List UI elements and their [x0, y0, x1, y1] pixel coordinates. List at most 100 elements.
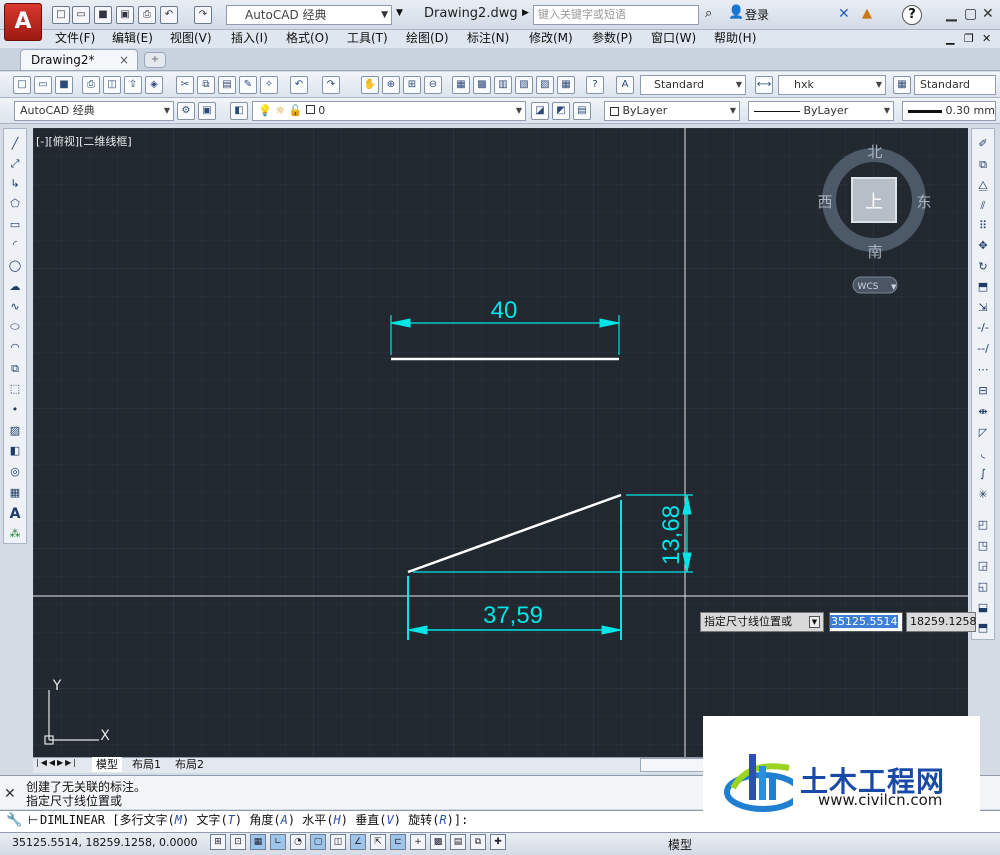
- menu-format[interactable]: 格式(O): [286, 29, 329, 46]
- rotate-icon[interactable]: ↻: [975, 259, 991, 275]
- command-option[interactable]: 旋转: [408, 813, 432, 827]
- application-menu-button[interactable]: A: [4, 3, 42, 41]
- command-option[interactable]: 垂直: [355, 813, 379, 827]
- print-icon[interactable]: ⎙: [138, 6, 156, 24]
- stretch-icon[interactable]: ⇲: [975, 300, 991, 316]
- plot-icon[interactable]: ⎙: [82, 76, 100, 94]
- circle-icon[interactable]: ◯: [7, 258, 23, 274]
- polyline-icon[interactable]: ↳: [7, 176, 23, 192]
- menu-parametric[interactable]: 参数(P): [592, 29, 633, 46]
- copy-object-icon[interactable]: ⧉: [975, 157, 991, 173]
- undo-toolbar-icon[interactable]: ↶: [290, 76, 308, 94]
- bring-above-icon[interactable]: ◲: [975, 558, 991, 574]
- region-icon[interactable]: ◎: [7, 464, 23, 480]
- viewcube-face-label[interactable]: 上: [865, 192, 883, 213]
- minimize-icon[interactable]: ▁: [946, 6, 957, 22]
- layer-previous-icon[interactable]: ◩: [552, 102, 570, 120]
- dynamic-input-x[interactable]: 35125.5514: [829, 612, 903, 632]
- maximize-icon[interactable]: ▢: [964, 6, 977, 22]
- point-icon[interactable]: •: [7, 402, 23, 418]
- text-style-select[interactable]: Standard ▼: [640, 75, 746, 95]
- publish-icon[interactable]: ⇪: [124, 76, 142, 94]
- exchange-icon[interactable]: ✕: [838, 6, 850, 22]
- send-under-icon[interactable]: ◱: [975, 579, 991, 595]
- menu-help[interactable]: 帮助(H): [714, 29, 756, 46]
- markup-icon[interactable]: ▨: [536, 76, 554, 94]
- menu-view[interactable]: 视图(V): [170, 29, 212, 46]
- draw-order-front-icon[interactable]: ◰: [975, 517, 991, 533]
- doc-minimize-icon[interactable]: ▁: [946, 32, 954, 45]
- viewport-controls[interactable]: [-][俯视][二维线框]: [36, 133, 132, 149]
- copy-icon[interactable]: ⧉: [197, 76, 215, 94]
- dynamic-input-icon[interactable]: ⊏: [390, 834, 406, 850]
- 3d-object-snap-icon[interactable]: ◫: [330, 834, 346, 850]
- dynamic-input-y[interactable]: 18259.1258: [906, 612, 976, 632]
- ellipse-arc-icon[interactable]: ◠: [7, 340, 23, 356]
- customize-quick-access-icon[interactable]: ▼: [396, 8, 403, 18]
- layer-select[interactable]: 💡 ☼ 🔓 0 ▼: [252, 101, 526, 121]
- command-option[interactable]: 角度: [249, 813, 273, 827]
- table-style-select[interactable]: Standard: [914, 75, 996, 95]
- add-selected-icon[interactable]: ⁂: [7, 526, 23, 542]
- layer-properties-icon[interactable]: ◧: [230, 102, 248, 120]
- viewcube-north[interactable]: 北: [867, 143, 882, 161]
- arc-icon[interactable]: ◜: [7, 237, 23, 253]
- scale-icon[interactable]: ⬒: [975, 279, 991, 295]
- help-toolbar-icon[interactable]: ?: [586, 76, 604, 94]
- infer-constraints-icon[interactable]: ⊞: [210, 834, 226, 850]
- open-icon[interactable]: ▭: [34, 76, 52, 94]
- tab-layout2[interactable]: 布局2: [171, 757, 208, 772]
- multiline-text-icon[interactable]: A: [7, 506, 23, 522]
- design-center-icon[interactable]: ▩: [473, 76, 491, 94]
- redo-icon[interactable]: ↷: [194, 6, 212, 24]
- hatch-icon[interactable]: ▨: [7, 423, 23, 439]
- annotation-monitor-icon[interactable]: ✚: [490, 834, 506, 850]
- viewcube-south[interactable]: 南: [867, 243, 882, 261]
- block-editor-icon[interactable]: ✧: [260, 76, 278, 94]
- zoom-previous-icon[interactable]: ⊖: [424, 76, 442, 94]
- tab-close-icon[interactable]: ×: [119, 50, 129, 70]
- wrench-icon[interactable]: 🔧: [6, 813, 22, 828]
- table-icon[interactable]: ▦: [7, 485, 23, 501]
- polar-tracking-icon[interactable]: ◔: [290, 834, 306, 850]
- offset-icon[interactable]: ⫽: [975, 198, 991, 214]
- tool-palettes-icon[interactable]: ▥: [494, 76, 512, 94]
- menu-window[interactable]: 窗口(W): [651, 29, 696, 46]
- mirror-icon[interactable]: ⧋: [975, 178, 991, 194]
- redo-toolbar-icon[interactable]: ↷: [322, 76, 340, 94]
- command-option[interactable]: 水平: [302, 813, 326, 827]
- menu-edit[interactable]: 编辑(E): [112, 29, 153, 46]
- plot-preview-icon[interactable]: ◫: [103, 76, 121, 94]
- lineweight-icon[interactable]: +: [410, 834, 426, 850]
- properties-icon[interactable]: ▦: [452, 76, 470, 94]
- new-tab-button[interactable]: +: [144, 52, 166, 68]
- user-icon[interactable]: 👤: [728, 5, 744, 20]
- open-file-icon[interactable]: ▭: [72, 6, 90, 24]
- break-at-point-icon[interactable]: ⋯: [975, 362, 991, 378]
- object-snap-icon[interactable]: ▢: [310, 834, 326, 850]
- command-option-key[interactable]: T: [228, 813, 235, 827]
- line-icon[interactable]: ╱: [7, 136, 23, 152]
- paste-icon[interactable]: ▤: [218, 76, 236, 94]
- document-tab[interactable]: Drawing2* ×: [20, 49, 138, 70]
- sheet-set-icon[interactable]: ▧: [515, 76, 533, 94]
- new-icon[interactable]: □: [13, 76, 31, 94]
- table-style-icon[interactable]: ▦: [893, 76, 911, 94]
- search-input[interactable]: 键入关键字或短语: [533, 5, 699, 25]
- menu-draw[interactable]: 绘图(D): [406, 29, 449, 46]
- viewcube-west[interactable]: 西: [817, 193, 832, 211]
- dimension-style-select[interactable]: hxk ▼: [778, 75, 886, 95]
- explode-icon[interactable]: ✳: [975, 487, 991, 503]
- menu-modify[interactable]: 修改(M): [529, 29, 573, 46]
- chamfer-icon[interactable]: ◸: [975, 425, 991, 441]
- workspace-select[interactable]: AutoCAD 经典 ▼: [14, 101, 174, 121]
- fillet-icon[interactable]: ◟: [975, 446, 991, 462]
- save-as-icon[interactable]: ▣: [116, 6, 134, 24]
- command-option-key[interactable]: M: [175, 813, 182, 827]
- snap-mode-icon[interactable]: ⊡: [230, 834, 246, 850]
- help-button[interactable]: ?: [902, 5, 922, 25]
- command-option-key[interactable]: H: [334, 813, 341, 827]
- command-option-key[interactable]: V: [386, 813, 393, 827]
- grid-display-icon[interactable]: ▦: [250, 834, 266, 850]
- undo-icon[interactable]: ↶: [160, 6, 178, 24]
